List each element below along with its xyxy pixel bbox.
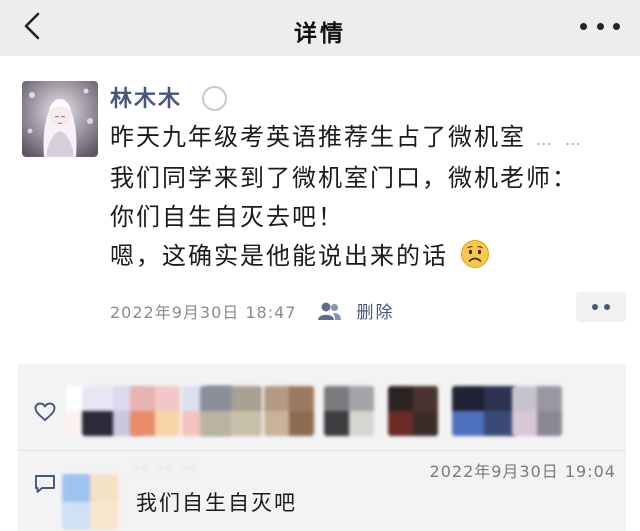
post-line: 昨天九年级考英语推荐生占了微机室 … … — [110, 118, 630, 159]
likes-row — [18, 364, 626, 451]
liker-avatar[interactable] — [388, 386, 438, 436]
commenter-name-blurred[interactable]: ·· ·· ·· — [134, 459, 199, 478]
post-line-text: 昨天九年级考英语推荐生占了微机室 — [110, 123, 526, 151]
comment-text: 我们自生自灭吧 — [136, 491, 297, 515]
people-icon[interactable] — [316, 301, 342, 321]
more-dots-icon — [580, 22, 587, 30]
liker-avatar[interactable] — [200, 386, 262, 436]
ellipsis-text: … … — [535, 130, 585, 149]
post-timestamp: 2022年9月30日 18:47 — [110, 302, 297, 322]
post-line: 我们同学来到了微机室门口，微机老师： — [110, 164, 578, 192]
sad-face-emoji-icon — [460, 240, 489, 268]
post-line: 嗯，这确实是他能说出来的话 — [110, 237, 630, 276]
post-line-text: 嗯，这确实是他能说出来的话 — [110, 242, 448, 270]
comment-timestamp: 2022年9月30日 19:04 — [429, 462, 616, 481]
liker-avatar[interactable] — [324, 386, 374, 436]
delete-link[interactable]: 删除 — [356, 298, 394, 323]
two-dots-icon — [592, 304, 598, 310]
heart-outline-icon — [34, 402, 56, 422]
more-options-button[interactable] — [580, 14, 620, 38]
interaction-panel: ·· ·· ·· 2022年9月30日 19:04 我们自生自灭吧 — [18, 364, 626, 531]
liker-avatar[interactable] — [264, 386, 314, 436]
comment-like-menu-button[interactable] — [576, 292, 626, 322]
page-title: 详情 — [294, 21, 346, 47]
status-ring-icon — [202, 86, 227, 111]
liker-avatar[interactable] — [130, 386, 180, 436]
commenter-avatar[interactable] — [62, 474, 118, 530]
liker-avatar[interactable] — [452, 386, 516, 436]
comment-bubble-icon — [35, 475, 55, 493]
post-content: 昨天九年级考英语推荐生占了微机室 … … 我们同学来到了微机室门口，微机老师： … — [110, 118, 630, 276]
liker-avatar[interactable] — [512, 386, 562, 436]
post-line: 你们自生自灭去吧！ — [110, 203, 344, 231]
divider — [18, 450, 626, 451]
author-name[interactable]: 林木木 — [110, 81, 182, 113]
navbar: 详情 — [0, 0, 640, 56]
author-avatar[interactable] — [22, 81, 98, 157]
post-meta: 2022年9月30日 18:47 删除 — [110, 298, 394, 323]
